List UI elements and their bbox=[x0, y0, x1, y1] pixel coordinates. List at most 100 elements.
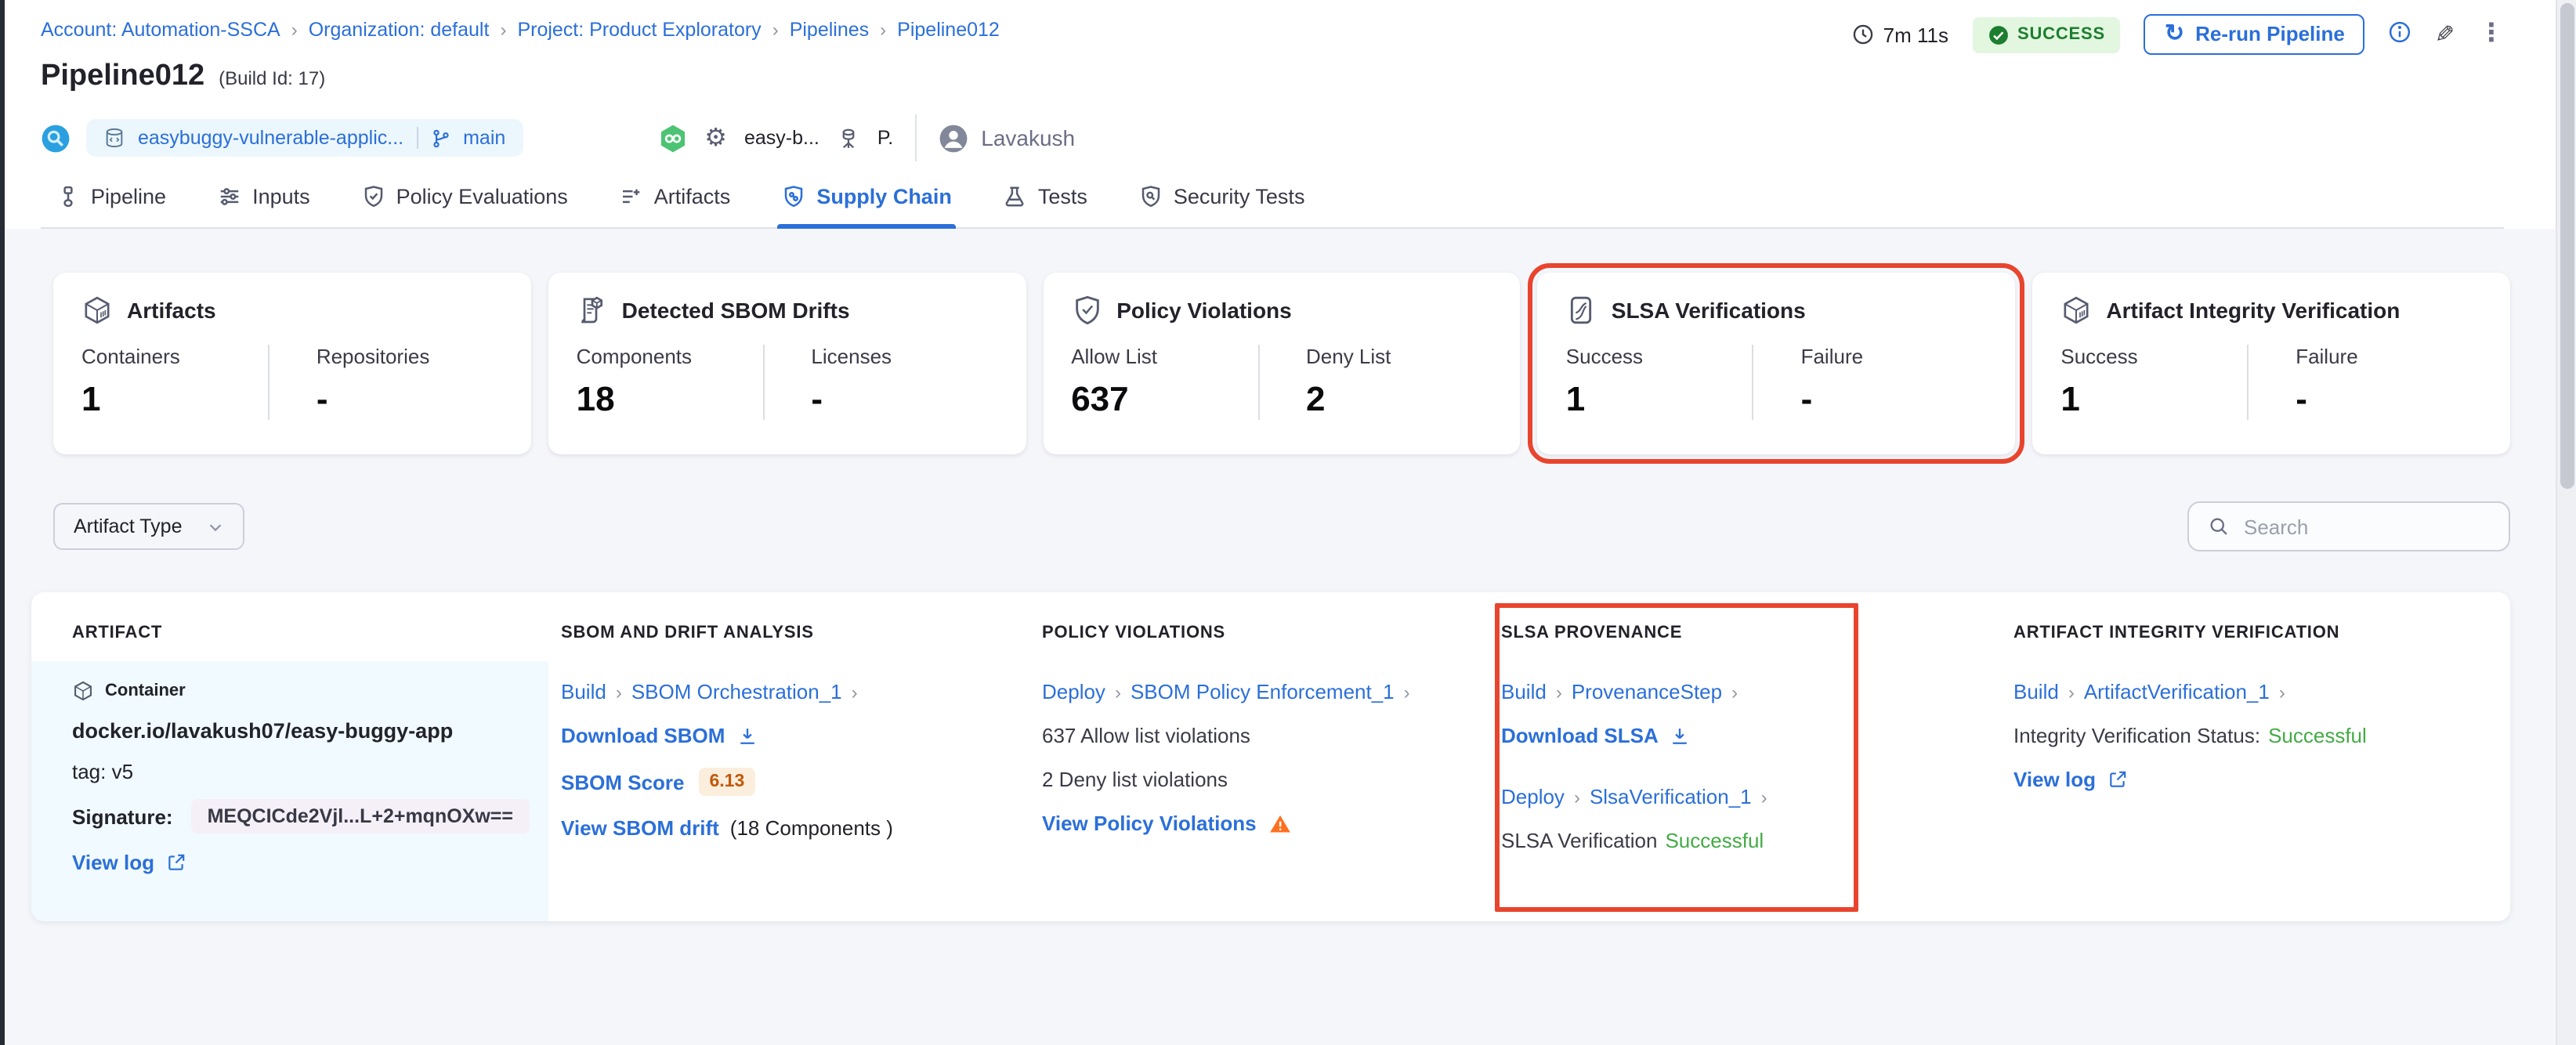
shield-check-icon bbox=[362, 185, 385, 208]
sbom-score-link[interactable]: SBOM Score bbox=[561, 770, 685, 794]
artifact-type-select[interactable]: Artifact Type bbox=[53, 503, 245, 550]
breadcrumb-separator: › bbox=[772, 19, 779, 41]
trigger-initial: P. bbox=[877, 127, 894, 149]
signature-value-pill[interactable]: MEQCICde2Vjl...L+2+mqnOXw== bbox=[191, 799, 529, 833]
column-slsa-provenance: SLSA PROVENANCE bbox=[1501, 624, 1683, 642]
breadcrumb-account[interactable]: Account: Automation-SSCA bbox=[41, 19, 280, 41]
metric-containers: Containers 1 bbox=[81, 345, 180, 418]
tab-inputs[interactable]: Inputs bbox=[218, 185, 310, 227]
artifact-image-name: docker.io/lavakush07/easy-buggy-app bbox=[72, 719, 454, 743]
tab-artifacts[interactable]: Artifacts bbox=[620, 185, 730, 227]
breadcrumb-project[interactable]: Project: Product Exploratory bbox=[517, 19, 761, 41]
tab-security-tests[interactable]: Security Tests bbox=[1139, 185, 1304, 227]
slsa-verification-step-link[interactable]: SlsaVerification_1 bbox=[1590, 785, 1752, 808]
scrollbar-thumb[interactable] bbox=[2560, 3, 2574, 489]
gear-icon[interactable]: ⚙ bbox=[704, 122, 727, 154]
rerun-pipeline-button[interactable]: ↻ Re-run Pipeline bbox=[2144, 14, 2365, 55]
tab-pipeline[interactable]: Pipeline bbox=[56, 185, 166, 227]
policy-cell: Deploy › SBOM Policy Enforcement_1 › 637… bbox=[1029, 661, 1489, 921]
webhook-icon bbox=[657, 123, 687, 153]
edit-pipeline-icon[interactable]: ✎ bbox=[2436, 21, 2455, 48]
breadcrumb-separator: › bbox=[291, 19, 298, 41]
repo-name-link[interactable]: easybuggy-vulnerable-applic... bbox=[138, 127, 403, 149]
download-sbom-link[interactable]: Download SBOM bbox=[561, 724, 758, 747]
status-badge: SUCCESS bbox=[1972, 16, 2121, 52]
metric-integrity-success: Success 1 bbox=[2060, 345, 2138, 418]
branch-name-link[interactable]: main bbox=[463, 127, 505, 149]
repo-chip: easybuggy-vulnerable-applic... main bbox=[86, 119, 523, 157]
delegate-icon bbox=[837, 126, 860, 150]
download-slsa-link[interactable]: Download SLSA bbox=[1501, 724, 1691, 747]
container-type-chip: Container bbox=[72, 680, 523, 702]
slsa-deploy-stage-link[interactable]: Deploy bbox=[1501, 785, 1565, 808]
artifact-signature: Signature: MEQCICde2Vjl...L+2+mqnOXw== bbox=[72, 799, 529, 833]
breadcrumb-separator: › bbox=[880, 19, 887, 41]
integrity-cell: Build › ArtifactVerification_1 › Integri… bbox=[2013, 680, 2367, 791]
card-slsa-verifications: SLSA Verifications Success 1 Failure - bbox=[1528, 263, 2025, 464]
tab-policy-evaluations[interactable]: Policy Evaluations bbox=[362, 185, 568, 227]
summary-cards: Artifacts Containers 1 Repositories - De… bbox=[53, 263, 2510, 464]
left-nav-edge bbox=[0, 0, 5, 1045]
breadcrumb-pipeline012[interactable]: Pipeline012 bbox=[897, 19, 1000, 41]
slsa-certificate-icon bbox=[1566, 295, 1597, 326]
build-id: (Build Id: 17) bbox=[219, 67, 326, 89]
view-policy-violations-link[interactable]: View Policy Violations bbox=[1042, 812, 1257, 835]
metric-allow-list: Allow List 637 bbox=[1071, 345, 1158, 418]
breadcrumb-organization[interactable]: Organization: default bbox=[309, 19, 490, 41]
more-options-icon[interactable]: ⋮ bbox=[2479, 21, 2504, 47]
metric-slsa-success: Success 1 bbox=[1565, 345, 1644, 418]
clock-icon bbox=[1852, 24, 1874, 45]
policy-step-link[interactable]: SBOM Policy Enforcement_1 bbox=[1131, 680, 1395, 703]
sbom-cell: Build › SBOM Orchestration_1 › Download … bbox=[561, 680, 893, 840]
supply-chain-shield-icon bbox=[782, 185, 805, 208]
column-sbom-drift: SBOM AND DRIFT ANALYSIS bbox=[561, 624, 814, 642]
slsa-verification-label: SLSA Verification bbox=[1501, 829, 1658, 852]
refresh-icon: ↻ bbox=[2164, 20, 2185, 47]
chevron-down-icon bbox=[208, 518, 225, 535]
chip-divider bbox=[416, 127, 418, 149]
vertical-scrollbar[interactable] bbox=[2556, 0, 2576, 1045]
header-actions: 7m 11s SUCCESS ↻ Re-run Pipeline ✎ ⋮ bbox=[1852, 14, 2504, 55]
sbom-step-link[interactable]: SBOM Orchestration_1 bbox=[631, 680, 842, 703]
artifact-list-icon bbox=[620, 185, 643, 208]
artifacts-table: ARTIFACT SBOM AND DRIFT ANALYSIS POLICY … bbox=[31, 592, 2510, 921]
filter-row: Artifact Type bbox=[53, 501, 2510, 551]
view-sbom-drift-link[interactable]: View SBOM drift bbox=[561, 816, 719, 840]
metric-deny-list: Deny List 2 bbox=[1257, 345, 1492, 420]
breadcrumb-pipelines[interactable]: Pipelines bbox=[790, 19, 869, 41]
artifact-cell: Container docker.io/lavakush07/easy-bugg… bbox=[31, 661, 548, 921]
slsa-verification-status: Successful bbox=[1665, 829, 1764, 852]
flask-icon bbox=[1004, 185, 1027, 208]
card-policy-violations: Policy Violations Allow List 637 Deny Li… bbox=[1043, 273, 1521, 454]
slsa-build-stage-link[interactable]: Build bbox=[1501, 680, 1547, 703]
tab-tests[interactable]: Tests bbox=[1004, 185, 1087, 227]
app-root: Account: Automation-SSCA › Organization:… bbox=[0, 0, 2576, 1045]
column-artifact: ARTIFACT bbox=[72, 624, 163, 642]
metric-components: Components 18 bbox=[576, 345, 693, 418]
artifact-view-log-link[interactable]: View log bbox=[72, 851, 186, 874]
build-duration: 7m 11s bbox=[1852, 23, 1948, 46]
sbom-stage-link[interactable]: Build bbox=[561, 680, 606, 703]
user-cluster: Lavakush bbox=[939, 123, 1075, 153]
allow-list-violations: 637 Allow list violations bbox=[1042, 724, 1250, 747]
pipeline-tabs: Pipeline Inputs Policy Evaluations Artif… bbox=[41, 185, 2504, 229]
metric-licenses: Licenses - bbox=[762, 345, 997, 420]
tab-supply-chain[interactable]: Supply Chain bbox=[777, 185, 957, 229]
meta-divider bbox=[915, 114, 917, 161]
shield-check-icon bbox=[1071, 295, 1102, 326]
deny-list-violations: 2 Deny list violations bbox=[1042, 768, 1228, 791]
provenance-step-link[interactable]: ProvenanceStep bbox=[1572, 680, 1722, 703]
metric-repositories: Repositories - bbox=[267, 345, 503, 420]
integrity-view-log-link[interactable]: View log bbox=[2013, 768, 2127, 791]
card-artifacts: Artifacts Containers 1 Repositories - bbox=[53, 273, 531, 454]
sbom-scroll-icon bbox=[577, 295, 608, 326]
integrity-stage-link[interactable]: Build bbox=[2013, 680, 2059, 703]
download-icon bbox=[1670, 725, 1691, 747]
search-input[interactable] bbox=[2244, 515, 2490, 538]
policy-stage-link[interactable]: Deploy bbox=[1042, 680, 1105, 703]
integrity-status-label: Integrity Verification Status: bbox=[2013, 724, 2261, 747]
trigger-avatar-icon bbox=[41, 123, 71, 153]
info-icon[interactable] bbox=[2389, 20, 2412, 49]
cube-icon bbox=[2060, 295, 2092, 326]
artifact-verification-step-link[interactable]: ArtifactVerification_1 bbox=[2084, 680, 2270, 703]
